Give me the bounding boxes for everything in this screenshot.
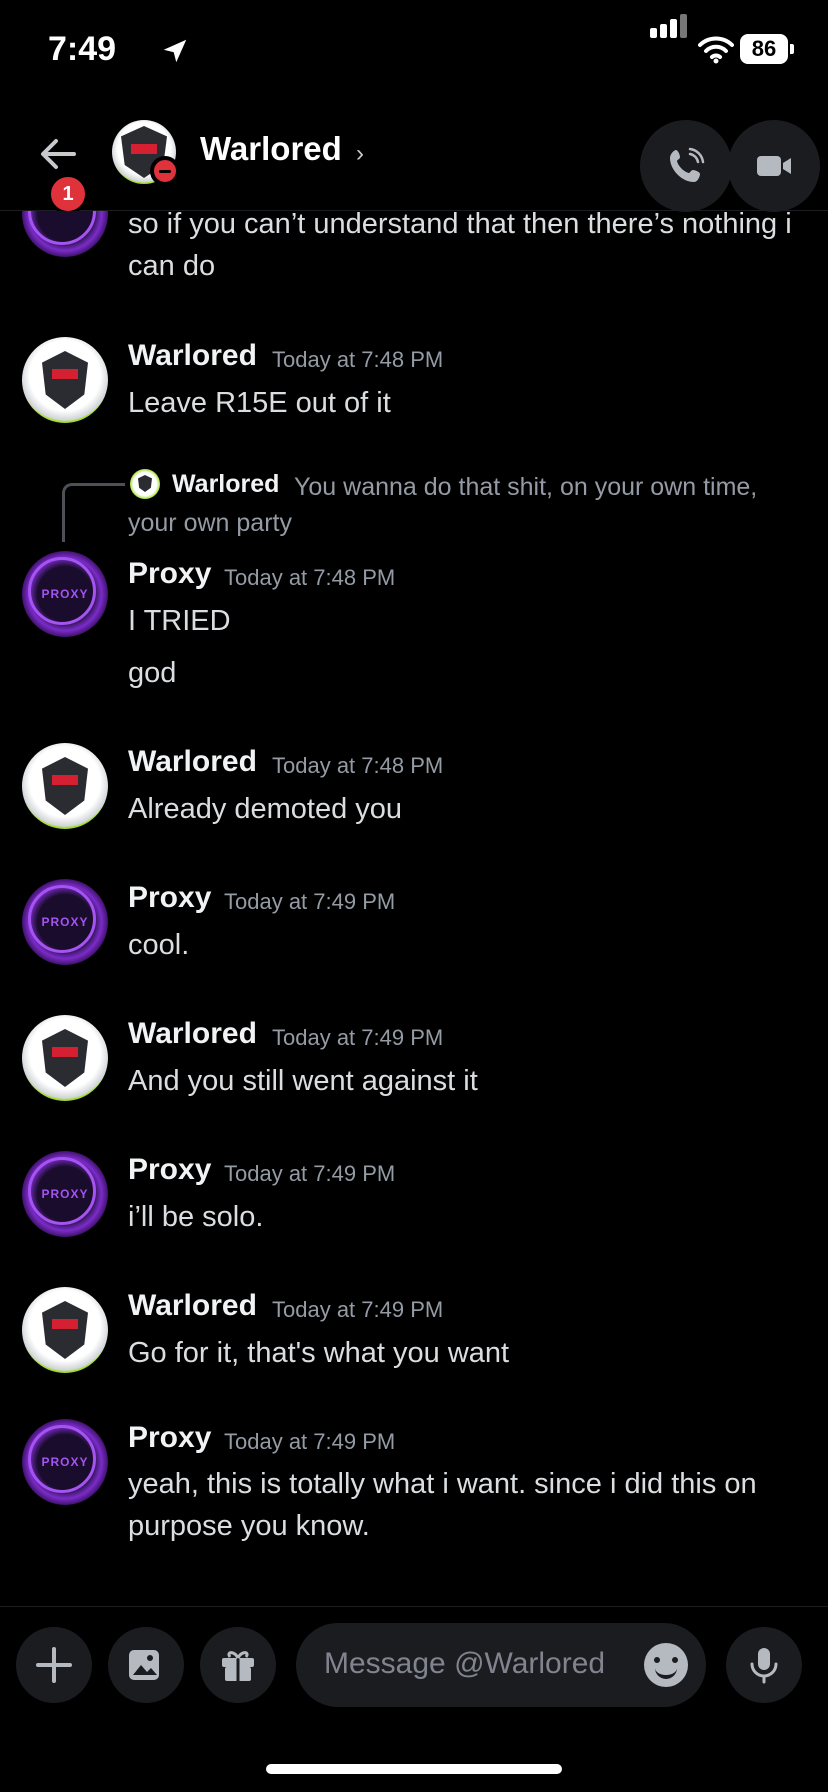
voice-message-button[interactable] (726, 1627, 802, 1703)
warlored-avatar[interactable] (22, 743, 108, 829)
back-button[interactable]: 1 (36, 132, 88, 214)
add-attachment-button[interactable] (16, 1627, 92, 1703)
message-author[interactable]: Proxy (128, 1153, 211, 1187)
proxy-avatar[interactable]: PROXY (22, 1419, 108, 1505)
message-author[interactable]: Proxy (128, 1421, 211, 1455)
status-bar: 7:49 86 (0, 0, 828, 100)
proxy-avatar[interactable]: PROXY (22, 551, 108, 637)
message-author[interactable]: Proxy (128, 881, 211, 915)
message-input-placeholder: Message @Warlored (324, 1647, 606, 1680)
message-timestamp: Today at 7:48 PM (272, 347, 444, 372)
status-time: 7:49 (48, 30, 117, 68)
message-text: i’ll be solo. (128, 1201, 264, 1233)
phone-icon (670, 147, 705, 182)
message-text: Leave R15E out of it (128, 387, 391, 419)
video-camera-icon (757, 156, 791, 176)
chevron-right-icon[interactable]: › (356, 140, 364, 168)
proxy-avatar[interactable]: PROXY (22, 879, 108, 965)
home-indicator[interactable] (266, 1764, 562, 1774)
message-timestamp: Today at 7:49 PM (272, 1297, 444, 1322)
message-input[interactable]: Message @Warlored (296, 1623, 706, 1707)
warlored-avatar[interactable] (22, 1015, 108, 1101)
contact-avatar[interactable] (112, 120, 180, 186)
message-text: Go for it, that's what you want (128, 1337, 510, 1369)
message-text: so if you can’t understand that then the… (128, 211, 792, 282)
chat-header: 1 Warlored › (0, 100, 828, 214)
proxy-avatar[interactable]: PROXY (22, 1151, 108, 1237)
plus-icon (36, 1647, 72, 1683)
image-icon (129, 1650, 159, 1680)
reply-connector (62, 483, 125, 542)
message-text: yeah, this is totally what i want. since… (128, 1468, 757, 1542)
battery-indicator: 86 (740, 34, 794, 64)
message-timestamp: Today at 7:49 PM (272, 1025, 444, 1050)
message-author[interactable]: Warlored (128, 745, 257, 779)
dnd-status-icon (150, 156, 180, 186)
message-timestamp: Today at 7:49 PM (224, 889, 396, 914)
message-text: cool. (128, 929, 190, 961)
warlored-avatar[interactable] (22, 1287, 108, 1373)
gift-icon (222, 1651, 254, 1681)
emoji-icon[interactable] (644, 1643, 688, 1687)
proxy-avatar[interactable] (22, 211, 108, 257)
message-author[interactable]: Warlored (128, 339, 257, 373)
back-arrow-icon (41, 139, 76, 169)
message-author[interactable]: Warlored (128, 1017, 257, 1051)
message-composer: Message @Warlored (0, 1606, 828, 1727)
message-timestamp: Today at 7:49 PM (224, 1429, 396, 1454)
contact-name[interactable]: Warlored (200, 130, 342, 168)
reply-author[interactable]: Warlored (172, 470, 279, 499)
location-arrow-icon (163, 39, 187, 63)
message-text: And you still went against it (128, 1065, 478, 1097)
notification-badge: 1 (48, 174, 88, 214)
wifi-icon (698, 36, 734, 64)
video-call-button[interactable] (728, 120, 820, 212)
message-author[interactable]: Proxy (128, 557, 211, 591)
message-text: Already demoted you (128, 793, 403, 825)
image-upload-button[interactable] (108, 1627, 184, 1703)
message-text: I TRIED (128, 605, 231, 637)
gift-button[interactable] (200, 1627, 276, 1703)
message-timestamp: Today at 7:49 PM (224, 1161, 396, 1186)
message-text: god (128, 657, 177, 689)
message-timestamp: Today at 7:48 PM (272, 753, 444, 778)
microphone-icon (750, 1648, 778, 1684)
message-list[interactable]: so if you can’t understand that then the… (0, 211, 828, 1604)
message-timestamp: Today at 7:48 PM (224, 565, 396, 590)
message-author[interactable]: Warlored (128, 1289, 257, 1323)
warlored-avatar[interactable] (22, 337, 108, 423)
voice-call-button[interactable] (640, 120, 732, 212)
